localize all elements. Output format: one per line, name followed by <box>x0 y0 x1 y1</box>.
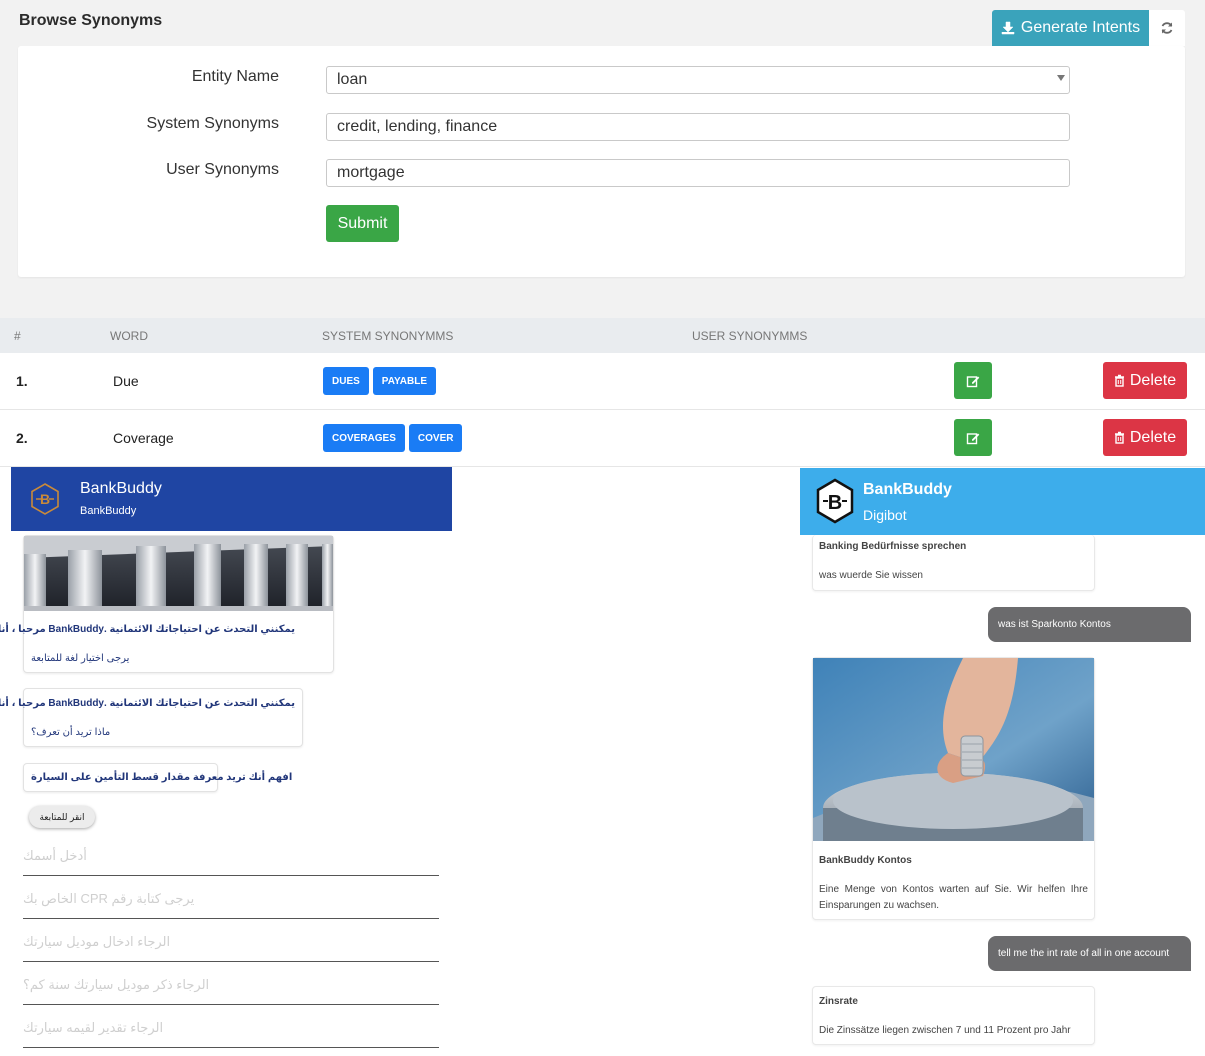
synonym-tag[interactable]: COVER <box>408 424 463 452</box>
delete-label: Delete <box>1129 428 1177 446</box>
car-year-input[interactable]: الرجاء ذكر موديل سيارتك سنة كم؟ <box>23 971 439 1005</box>
row-word: Due <box>113 373 139 389</box>
system-synonym-tags: DUES PAYABLE <box>323 367 437 395</box>
trash-icon <box>1114 431 1124 444</box>
col-number-header: # <box>14 329 21 343</box>
right-zinsrate-card: Zinsrate Die Zinssätze liegen zwischen 7… <box>812 986 1095 1045</box>
user-message-bubble: was ist Sparkonto Kontos <box>988 607 1191 642</box>
col-word-header: WORD <box>110 329 148 343</box>
left-chat-subtitle: BankBuddy <box>80 505 137 517</box>
edit-button[interactable] <box>954 362 992 399</box>
row-number: 2. <box>16 430 28 446</box>
row-number: 1. <box>16 373 28 389</box>
edit-icon <box>966 432 980 444</box>
entity-name-value: loan <box>337 71 368 88</box>
submit-button[interactable]: Submit <box>326 205 399 242</box>
left-insurance-message: افهم أنك تريد معرفة مقدار قسط التأمين عل… <box>31 772 293 783</box>
user-message-bubble: tell me the int rate of all in one accou… <box>988 936 1191 971</box>
page-title: Browse Synonyms <box>19 12 163 29</box>
name-input[interactable]: أدخل أسمك <box>23 842 439 876</box>
left-chat-title: BankBuddy <box>80 480 162 497</box>
left-chat-header: B BankBuddy BankBuddy <box>11 467 452 531</box>
delete-button[interactable]: Delete <box>1103 419 1187 456</box>
bankbuddy-logo-icon: B <box>31 483 59 515</box>
synonym-tag[interactable]: COVERAGES <box>323 424 405 452</box>
right-chat-header: B BankBuddy Digibot <box>800 468 1205 535</box>
entity-name-select[interactable]: loan <box>326 66 1070 94</box>
synonym-tag[interactable]: PAYABLE <box>372 367 437 395</box>
screenshot-root: Browse Synonyms Generate Intents Entity … <box>0 0 1205 1056</box>
trash-icon <box>1114 374 1124 387</box>
right-chat-title: BankBuddy <box>863 481 952 498</box>
system-synonym-tags: COVERAGES COVER <box>323 424 463 452</box>
car-value-input[interactable]: الرجاء تقدير لقيمه سيارتك <box>23 1014 439 1048</box>
chevron-down-icon <box>1057 75 1065 81</box>
left-greeting-card: يمكنني التحدث عن احتياجاتك الائتمانية .B… <box>0 688 303 747</box>
left-insurance-card: افهم أنك تريد معرفة مقدار قسط التأمين عل… <box>23 763 292 792</box>
coin-jar-image <box>813 658 1094 841</box>
right-banking-card: Banking Bedürfnisse sprechen was wuerde … <box>812 535 1095 591</box>
user-synonyms-label: User Synonyms <box>166 161 279 178</box>
car-model-input[interactable]: الرجاء ادخال موديل سيارتك <box>23 928 439 962</box>
right-chat-subtitle: Digibot <box>863 507 907 523</box>
left-question-prompt: ماذا تريد أن تعرف؟ <box>31 727 111 738</box>
user-synonyms-value: mortgage <box>337 164 405 181</box>
refresh-icon <box>1161 22 1173 34</box>
right-kontos-title: BankBuddy Kontos <box>819 855 912 866</box>
edit-button[interactable] <box>954 419 992 456</box>
entity-name-label: Entity Name <box>191 68 279 85</box>
system-synonyms-label: System Synonyms <box>146 115 279 132</box>
car-model-placeholder: الرجاء ادخال موديل سيارتك <box>23 934 171 949</box>
left-welcome-message: يمكنني التحدث عن احتياجاتك الائتمانية .B… <box>0 624 295 635</box>
right-zinsrate-text: Die Zinssätze liegen zwischen 7 und 11 P… <box>819 1025 1071 1036</box>
download-icon <box>1001 21 1015 35</box>
bank-columns-image <box>24 536 333 611</box>
synonym-form-card: Entity Name loan System Synonyms credit,… <box>18 46 1185 277</box>
svg-text:B: B <box>828 492 842 514</box>
col-user-synonyms-header: USER SYNONYMMS <box>692 329 808 343</box>
left-language-prompt: يرجى اختيار لغة للمتابعة <box>31 653 130 664</box>
right-kontos-card: BankBuddy Kontos Eine Menge von Kontos w… <box>812 657 1095 920</box>
system-synonyms-value: credit, lending, finance <box>337 118 498 135</box>
right-banking-title: Banking Bedürfnisse sprechen <box>819 541 967 552</box>
delete-label: Delete <box>1129 371 1177 389</box>
bankbuddy-logo-icon: B <box>816 478 854 524</box>
right-zinsrate-title: Zinsrate <box>819 996 858 1007</box>
table-row: 1. Due DUES PAYABLE Delete <box>0 353 1205 410</box>
system-synonyms-input[interactable]: credit, lending, finance <box>326 113 1070 141</box>
cpr-input[interactable]: الخاص بك CPR يرجى كتابة رقم <box>23 885 439 919</box>
refresh-button[interactable] <box>1149 10 1185 46</box>
table-row: 2. Coverage COVERAGES COVER Delete <box>0 410 1205 467</box>
car-year-placeholder: الرجاء ذكر موديل سيارتك سنة كم؟ <box>23 977 210 992</box>
table-header: # WORD SYSTEM SYNONYMMS USER SYNONYMMS <box>0 318 1205 353</box>
edit-icon <box>966 375 980 387</box>
svg-text:B: B <box>40 491 50 507</box>
right-banking-text: was wuerde Sie wissen <box>819 570 923 581</box>
left-greeting-message: يمكنني التحدث عن احتياجاتك الائتمانية .B… <box>0 698 295 709</box>
generate-intents-button[interactable]: Generate Intents <box>992 10 1149 46</box>
car-value-placeholder: الرجاء تقدير لقيمه سيارتك <box>23 1020 164 1035</box>
continue-pill-button[interactable]: انقر للمتابعة <box>29 806 95 828</box>
left-welcome-card: يمكنني التحدث عن احتياجاتك الائتمانية .B… <box>0 535 334 673</box>
name-placeholder: أدخل أسمك <box>23 848 87 863</box>
synonym-tag[interactable]: DUES <box>323 367 369 395</box>
row-word: Coverage <box>113 430 174 446</box>
generate-intents-label: Generate Intents <box>1020 19 1141 36</box>
right-kontos-text: Eine Menge von Kontos warten auf Sie. Wi… <box>819 884 1088 911</box>
user-synonyms-input[interactable]: mortgage <box>326 159 1070 187</box>
delete-button[interactable]: Delete <box>1103 362 1187 399</box>
col-system-synonyms-header: SYSTEM SYNONYMMS <box>322 329 454 343</box>
cpr-placeholder: الخاص بك CPR يرجى كتابة رقم <box>23 891 195 906</box>
